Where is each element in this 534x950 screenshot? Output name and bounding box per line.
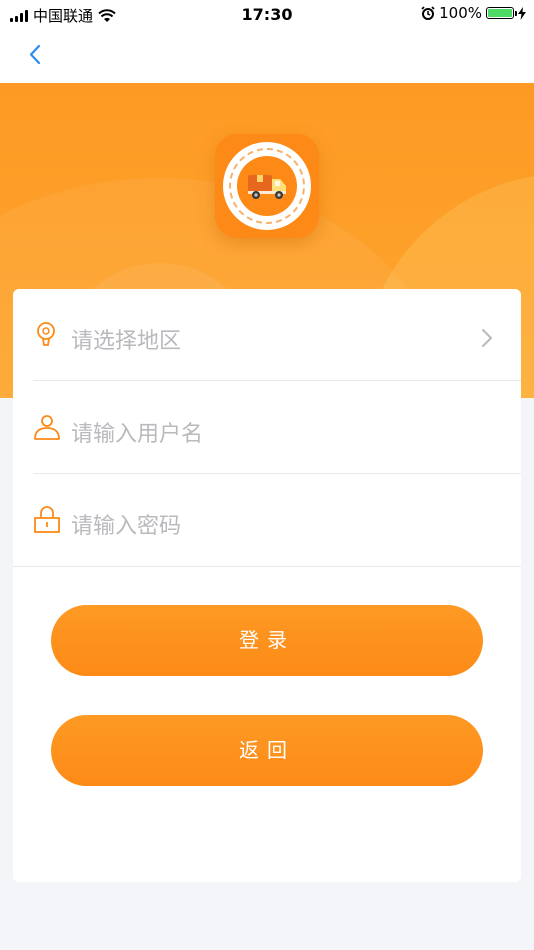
username-field[interactable]: 请输入用户名 <box>13 382 521 474</box>
status-right: 100% <box>421 4 526 22</box>
nav-bar <box>0 28 534 83</box>
username-placeholder: 请输入用户名 <box>71 422 204 447</box>
battery-icon <box>486 7 517 19</box>
form-divider <box>13 566 521 567</box>
back-button[interactable] <box>22 40 52 70</box>
status-bar: 中国联通 17:30 100% <box>0 0 534 28</box>
battery-percent: 100% <box>439 4 482 22</box>
chevron-left-icon <box>29 44 41 65</box>
password-placeholder: 请输入密码 <box>71 514 182 539</box>
login-button[interactable]: 登录 <box>51 605 483 676</box>
lock-icon <box>34 506 60 533</box>
login-card: 请选择地区 请输入用户名 请输入密码 登录 返回 <box>13 289 521 882</box>
region-selector[interactable]: 请选择地区 <box>13 289 521 381</box>
charging-icon <box>518 6 526 20</box>
user-icon <box>34 415 60 440</box>
app-logo <box>215 134 319 238</box>
return-button[interactable]: 返回 <box>51 715 483 786</box>
delivery-truck-icon <box>248 175 286 199</box>
chevron-right-icon <box>482 329 492 347</box>
location-pin-icon <box>37 322 55 346</box>
alarm-clock-icon <box>421 6 435 20</box>
password-field[interactable]: 请输入密码 <box>13 474 521 566</box>
region-placeholder: 请选择地区 <box>71 329 182 354</box>
